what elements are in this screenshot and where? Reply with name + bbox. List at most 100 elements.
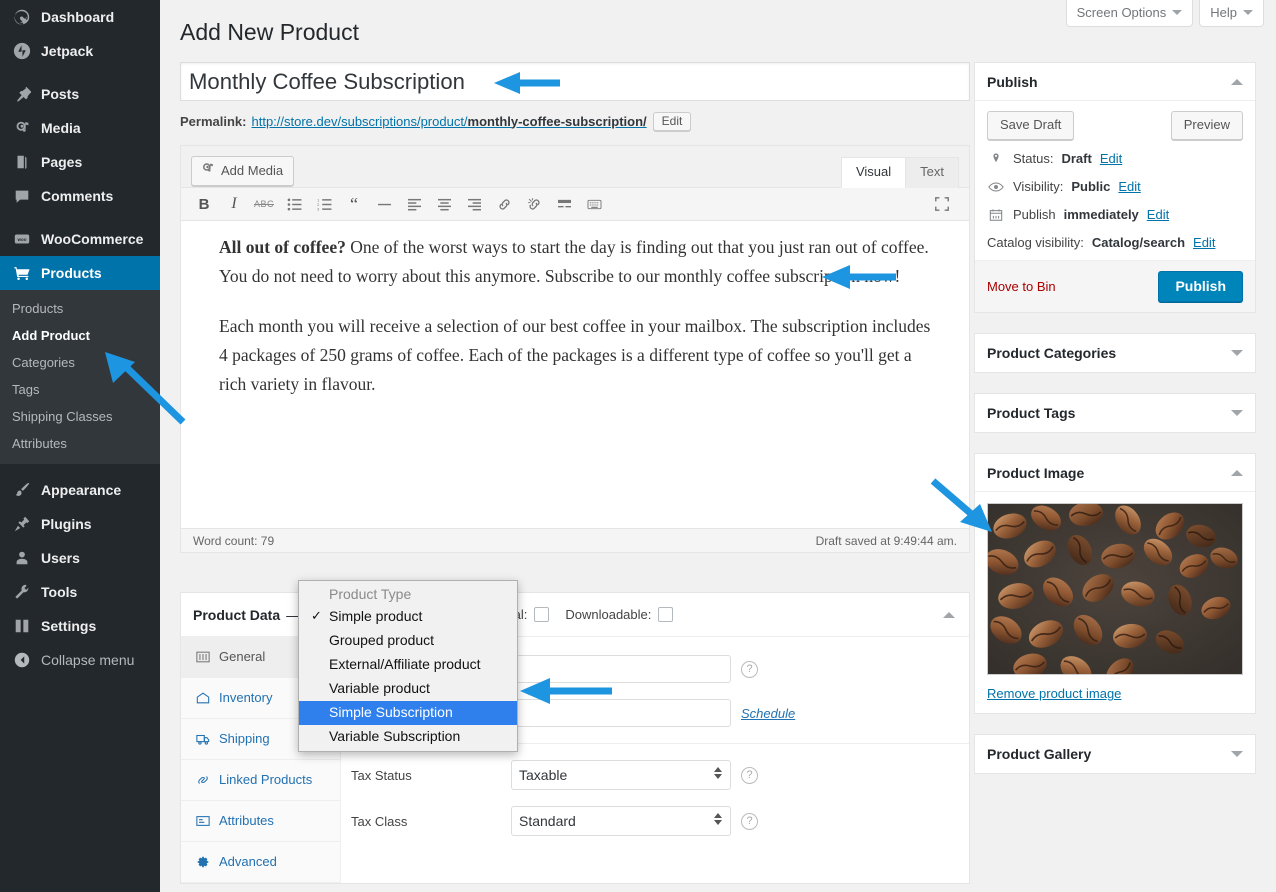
regular-price-input[interactable]	[511, 655, 731, 683]
tax-status-select[interactable]: Taxable	[511, 760, 731, 790]
remove-link-icon[interactable]	[519, 191, 549, 218]
help-icon[interactable]: ?	[741, 766, 758, 784]
cart-icon	[12, 263, 32, 283]
catalog-visibility-edit-link[interactable]: Edit	[1193, 234, 1215, 252]
sidebar-subitem-tags[interactable]: Tags	[0, 376, 160, 403]
tab-visual[interactable]: Visual	[840, 157, 907, 188]
sidebar-item-media[interactable]: Media	[0, 111, 160, 145]
sidebar-item-users[interactable]: Users	[0, 541, 160, 575]
visibility-edit-link[interactable]: Edit	[1118, 178, 1140, 196]
help-button[interactable]: Help	[1199, 0, 1264, 27]
product-image-header[interactable]: Product Image	[975, 454, 1255, 492]
schedule-sale-link[interactable]: Schedule	[741, 706, 795, 721]
plug-icon	[12, 514, 32, 534]
sidebar-item-settings[interactable]: Settings	[0, 609, 160, 643]
permalink-link[interactable]: http://store.dev/subscriptions/product/m…	[251, 114, 646, 129]
advanced-icon	[195, 855, 210, 870]
numbered-list-icon[interactable]: 123	[309, 191, 339, 218]
product-gallery-header[interactable]: Product Gallery	[975, 735, 1255, 773]
menu-separator	[0, 213, 160, 222]
publish-date-edit-link[interactable]: Edit	[1147, 206, 1169, 224]
italic-icon[interactable]: I	[219, 191, 249, 218]
sale-price-input[interactable]	[511, 699, 731, 727]
read-more-icon[interactable]	[549, 191, 579, 218]
move-to-bin-link[interactable]: Move to Bin	[987, 279, 1056, 294]
status-edit-link[interactable]: Edit	[1100, 150, 1122, 168]
remove-product-image-link[interactable]: Remove product image	[987, 686, 1121, 701]
sidebar-item-woocommerce[interactable]: woo WooCommerce	[0, 222, 160, 256]
tab-label: Advanced	[219, 854, 277, 869]
strikethrough-icon[interactable]: ABC	[249, 191, 279, 218]
bold-icon[interactable]: B	[189, 191, 219, 218]
sidebar-subitem-add-product[interactable]: Add Product	[0, 322, 160, 349]
coffee-beans-photo	[988, 504, 1242, 674]
option-grouped-product[interactable]: Grouped product	[299, 629, 517, 653]
editor-content-area[interactable]: All out of coffee? One of the worst ways…	[181, 221, 969, 528]
sidebar-item-plugins[interactable]: Plugins	[0, 507, 160, 541]
editor-format-toolbar: B I ABC 123 “	[181, 188, 969, 221]
sidebar-subitem-categories[interactable]: Categories	[0, 349, 160, 376]
option-simple-product[interactable]: Simple product	[299, 605, 517, 629]
save-draft-button[interactable]: Save Draft	[987, 111, 1075, 140]
virtual-checkbox[interactable]	[534, 607, 550, 622]
align-right-icon[interactable]	[459, 191, 489, 218]
downloadable-checkbox-row[interactable]: Downloadable:	[565, 607, 674, 622]
tax-class-select[interactable]: Standard	[511, 806, 731, 836]
pin-status-icon	[987, 152, 1005, 166]
chevron-down-icon[interactable]	[1231, 410, 1243, 416]
help-icon[interactable]: ?	[741, 812, 758, 830]
blockquote-icon[interactable]: “	[339, 191, 369, 218]
product-tags-header[interactable]: Product Tags	[975, 394, 1255, 432]
product-type-dropdown[interactable]: Product Type Simple product Grouped prod…	[298, 580, 518, 752]
permalink-edit-button[interactable]: Edit	[652, 111, 692, 131]
downloadable-checkbox[interactable]	[658, 607, 674, 622]
tab-linked-products[interactable]: Linked Products	[181, 760, 340, 801]
sidebar-item-dashboard[interactable]: Dashboard	[0, 0, 160, 34]
sidebar-item-pages[interactable]: Pages	[0, 145, 160, 179]
panel-collapse-toggle-icon[interactable]	[943, 611, 955, 618]
option-variable-subscription[interactable]: Variable Subscription	[299, 725, 517, 749]
select-arrows-icon	[714, 813, 722, 825]
chevron-down-icon[interactable]	[1231, 350, 1243, 356]
sidebar-item-appearance[interactable]: Appearance	[0, 473, 160, 507]
chevron-up-icon[interactable]	[1231, 469, 1243, 476]
fullscreen-icon[interactable]	[927, 191, 957, 218]
preview-button[interactable]: Preview	[1170, 111, 1243, 140]
tab-advanced[interactable]: Advanced	[181, 842, 340, 883]
sidebar-item-products[interactable]: Products	[0, 256, 168, 290]
insert-link-icon[interactable]	[489, 191, 519, 218]
chevron-down-icon[interactable]	[1231, 751, 1243, 757]
tab-text[interactable]: Text	[905, 157, 959, 188]
option-external-affiliate-product[interactable]: External/Affiliate product	[299, 653, 517, 677]
sidebar-item-jetpack[interactable]: Jetpack	[0, 34, 160, 68]
word-count: Word count: 79	[193, 533, 275, 548]
align-left-icon[interactable]	[399, 191, 429, 218]
sidebar-item-comments[interactable]: Comments	[0, 179, 160, 213]
add-media-button[interactable]: Add Media	[191, 156, 295, 186]
sidebar-item-posts[interactable]: Posts	[0, 77, 160, 111]
product-title-input[interactable]	[180, 62, 970, 101]
sidebar-item-tools[interactable]: Tools	[0, 575, 160, 609]
tab-attributes[interactable]: Attributes	[181, 801, 340, 842]
product-categories-title: Product Categories	[987, 345, 1117, 361]
sidebar-subitem-attributes[interactable]: Attributes	[0, 430, 160, 457]
toolbar-toggle-icon[interactable]	[579, 191, 609, 218]
bulleted-list-icon[interactable]	[279, 191, 309, 218]
publish-button[interactable]: Publish	[1158, 271, 1243, 302]
screen-options-button[interactable]: Screen Options	[1065, 0, 1194, 27]
status-label: Status:	[1013, 151, 1054, 166]
chevron-up-icon[interactable]	[1231, 78, 1243, 85]
horizontal-rule-icon[interactable]	[369, 191, 399, 218]
product-categories-header[interactable]: Product Categories	[975, 334, 1255, 372]
publish-box-header[interactable]: Publish	[975, 63, 1255, 101]
option-simple-subscription[interactable]: Simple Subscription	[299, 701, 517, 725]
inventory-icon	[195, 691, 210, 706]
product-image-thumbnail[interactable]	[987, 503, 1243, 675]
permalink-slug: monthly-coffee-subscription/	[467, 113, 647, 129]
option-variable-product[interactable]: Variable product	[299, 677, 517, 701]
align-center-icon[interactable]	[429, 191, 459, 218]
sidebar-subitem-shipping-classes[interactable]: Shipping Classes	[0, 403, 160, 430]
sidebar-subitem-products[interactable]: Products	[0, 295, 160, 322]
help-icon[interactable]: ?	[741, 660, 758, 678]
collapse-menu-button[interactable]: Collapse menu	[0, 643, 160, 677]
